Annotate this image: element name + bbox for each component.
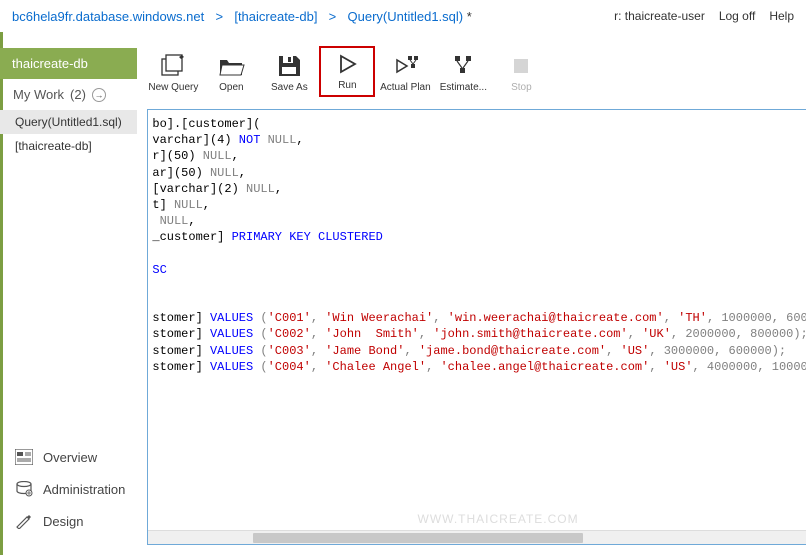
breadcrumb-server[interactable]: bc6hela9fr.database.windows.net	[12, 9, 204, 24]
sql-editor[interactable]: bo].[customer]( varchar](4) NOT NULL, r]…	[147, 109, 806, 545]
run-button[interactable]: Run	[319, 46, 375, 97]
scrollbar-thumb[interactable]	[253, 533, 583, 543]
horizontal-scrollbar[interactable]	[148, 530, 806, 544]
user-label: r: thaicreate-user	[614, 9, 705, 23]
header-bar: bc6hela9fr.database.windows.net > [thaic…	[0, 0, 806, 32]
work-item-db[interactable]: [thaicreate-db]	[0, 134, 137, 158]
breadcrumb-db[interactable]: [thaicreate-db]	[234, 9, 317, 24]
my-work-count: (2)	[70, 87, 86, 102]
nav-design-label: Design	[43, 514, 83, 529]
header-right: r: thaicreate-user Log off Help	[614, 9, 794, 23]
stop-icon	[507, 54, 535, 78]
actual-plan-icon	[391, 54, 419, 78]
nav-design[interactable]: Design	[3, 505, 137, 537]
save-as-label: Save As	[271, 82, 308, 93]
logoff-link[interactable]: Log off	[719, 9, 755, 23]
toolbar: New Query Open Save As Run Actual Plan E…	[141, 40, 806, 107]
run-label: Run	[338, 80, 356, 91]
new-query-label: New Query	[148, 82, 198, 93]
breadcrumb-sep: >	[325, 9, 340, 24]
my-work-header[interactable]: My Work (2) →	[3, 79, 137, 110]
open-label: Open	[219, 82, 243, 93]
design-icon	[15, 513, 33, 529]
content-area: New Query Open Save As Run Actual Plan E…	[137, 32, 806, 555]
arrow-right-icon: →	[92, 88, 106, 102]
overview-icon	[15, 449, 33, 465]
actual-plan-label: Actual Plan	[380, 82, 431, 93]
save-icon	[275, 54, 303, 78]
open-button[interactable]: Open	[203, 50, 259, 97]
my-work-label: My Work	[13, 87, 64, 102]
dirty-indicator: *	[467, 9, 472, 24]
stop-button: Stop	[493, 50, 549, 97]
work-item-query[interactable]: Query(Untitled1.sql)	[0, 110, 137, 134]
nav-administration-label: Administration	[43, 482, 125, 497]
save-as-button[interactable]: Save As	[261, 50, 317, 97]
estimate-button[interactable]: Estimate...	[435, 50, 491, 97]
actual-plan-button[interactable]: Actual Plan	[377, 50, 433, 97]
open-icon	[217, 54, 245, 78]
nav-administration[interactable]: Administration	[3, 473, 137, 505]
administration-icon	[15, 481, 33, 497]
estimate-icon	[449, 54, 477, 78]
stop-label: Stop	[511, 82, 532, 93]
breadcrumb-sep: >	[212, 9, 227, 24]
new-query-button[interactable]: New Query	[145, 50, 201, 97]
breadcrumb: bc6hela9fr.database.windows.net > [thaic…	[12, 9, 472, 24]
run-icon	[333, 52, 361, 76]
new-query-icon	[159, 54, 187, 78]
help-link[interactable]: Help	[769, 9, 794, 23]
breadcrumb-query[interactable]: Query(Untitled1.sql)	[348, 9, 464, 24]
nav-overview[interactable]: Overview	[3, 441, 137, 473]
sidebar: thaicreate-db My Work (2) → Query(Untitl…	[0, 32, 137, 555]
db-header: thaicreate-db	[0, 48, 137, 79]
sql-editor-content[interactable]: bo].[customer]( varchar](4) NOT NULL, r]…	[148, 110, 806, 530]
estimate-label: Estimate...	[440, 82, 487, 93]
nav-overview-label: Overview	[43, 450, 97, 465]
